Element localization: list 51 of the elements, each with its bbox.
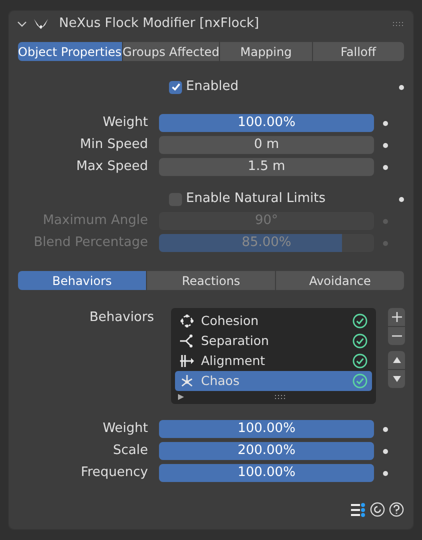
add-button[interactable]: [388, 308, 405, 326]
list-item[interactable]: Alignment: [175, 351, 372, 371]
plus-icon: [392, 312, 402, 322]
list-item[interactable]: Cohesion: [175, 311, 372, 331]
field-label: Weight: [102, 114, 149, 132]
tab[interactable]: Reactions: [147, 271, 275, 290]
expand-triangle-icon[interactable]: [177, 393, 185, 401]
checkbox-label: Enable Natural Limits: [186, 190, 326, 208]
checkbox-label: Enabled: [186, 78, 239, 96]
wings-icon: [33, 17, 49, 31]
help-icon[interactable]: [389, 502, 404, 517]
dotted-circle-icon: [179, 313, 195, 329]
slider-field[interactable]: 100.00%: [159, 114, 374, 132]
tab[interactable]: Mapping: [220, 42, 312, 61]
tab[interactable]: Avoidance: [276, 271, 404, 290]
check-circle-icon[interactable]: [352, 333, 368, 349]
field-label: Maximum Angle: [42, 212, 149, 230]
field-label: Scale: [112, 442, 149, 460]
tab[interactable]: Groups Affected: [122, 42, 220, 61]
field-label: Max Speed: [75, 158, 149, 176]
down-triangle-icon: [392, 375, 402, 383]
list-settings-icon[interactable]: [350, 502, 366, 516]
move-down-button[interactable]: [388, 370, 405, 388]
tab[interactable]: Behaviors: [18, 271, 146, 290]
parallel-lines-icon: [179, 353, 195, 369]
up-triangle-icon: [392, 356, 402, 364]
field-label: Blend Percentage: [32, 234, 149, 252]
move-up-button[interactable]: [388, 351, 405, 369]
chevron-icon[interactable]: [17, 19, 27, 29]
slider-field[interactable]: 100.00%: [159, 464, 374, 482]
refresh-icon[interactable]: [370, 502, 385, 517]
slider-field[interactable]: 200.00%: [159, 442, 374, 460]
split-arrows-icon: [179, 333, 195, 349]
number-field[interactable]: 0 m: [159, 136, 374, 154]
checkbox[interactable]: [169, 80, 182, 94]
list-item[interactable]: Chaos: [175, 371, 372, 391]
list-item[interactable]: Separation: [175, 331, 372, 351]
field-label: Weight: [102, 420, 149, 438]
panel-title: NeXus Flock Modifier [nxFlock]: [59, 15, 260, 34]
field-label: Frequency: [80, 464, 149, 482]
tab[interactable]: Object Properties: [18, 42, 122, 61]
slider-field[interactable]: 100.00%: [159, 420, 374, 438]
field-label: Min Speed: [79, 136, 149, 154]
check-circle-icon[interactable]: [352, 353, 368, 369]
remove-button[interactable]: [388, 327, 405, 345]
check-circle-icon[interactable]: [352, 313, 368, 329]
scatter-icon: [179, 373, 195, 389]
check-circle-icon[interactable]: [352, 373, 368, 389]
tab[interactable]: Falloff: [312, 42, 404, 61]
number-field[interactable]: 1.5 m: [159, 158, 374, 176]
list-label: Behaviors: [88, 309, 155, 327]
